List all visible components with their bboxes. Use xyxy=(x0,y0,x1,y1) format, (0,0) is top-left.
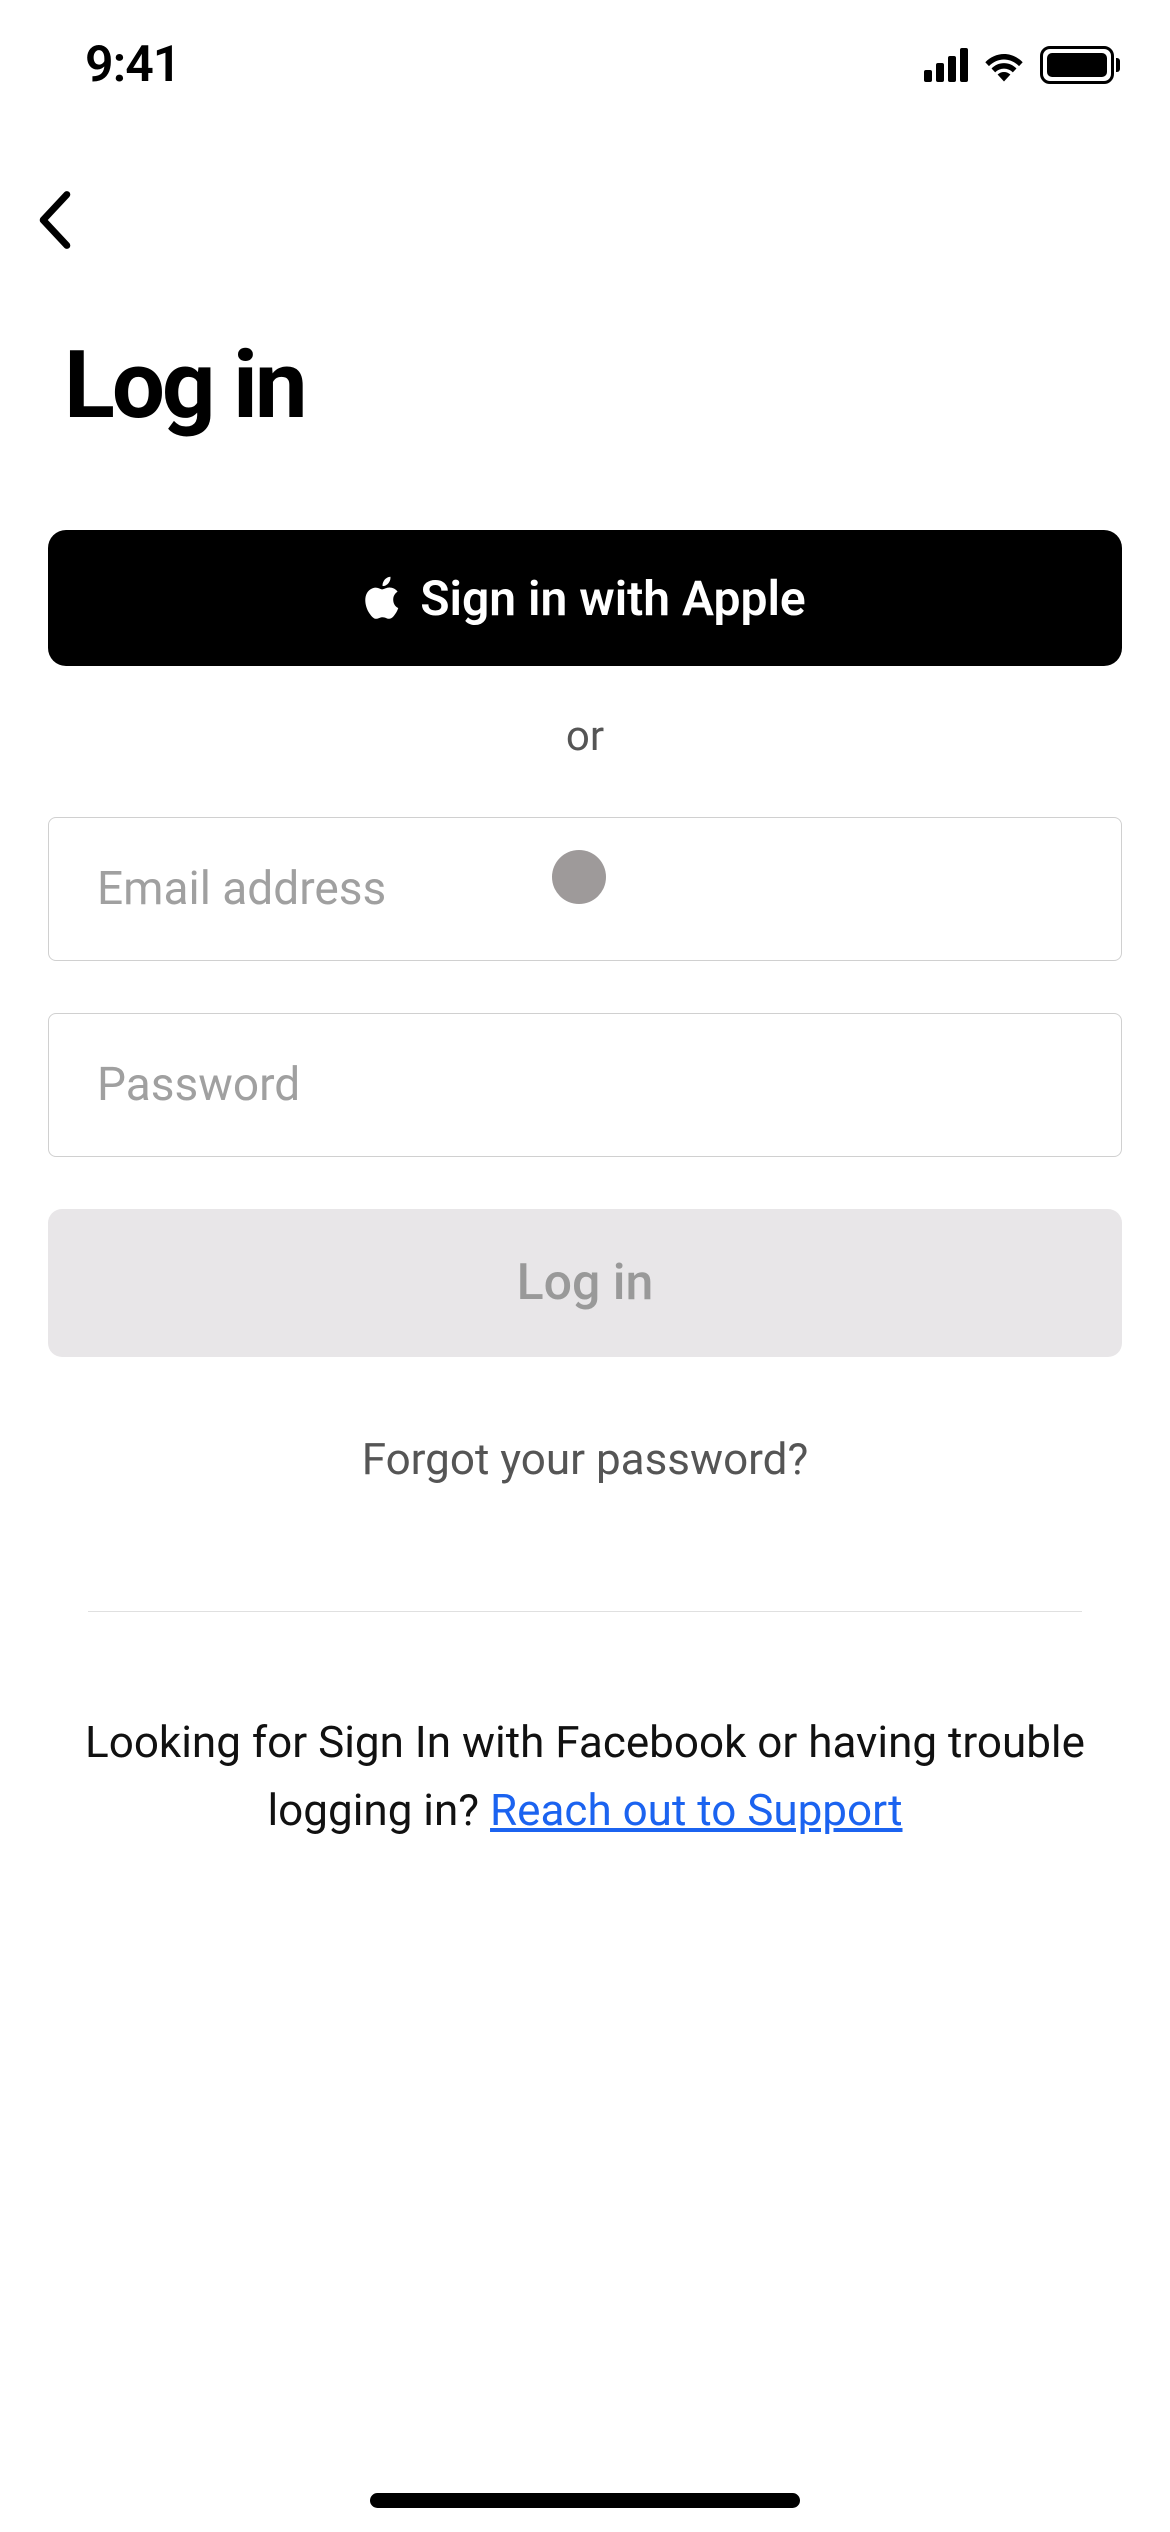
or-divider: or xyxy=(48,712,1122,761)
status-bar: 9:41 xyxy=(0,0,1170,130)
sign-in-with-apple-button[interactable]: Sign in with Apple xyxy=(48,530,1122,666)
support-text: Looking for Sign In with Facebook or hav… xyxy=(48,1708,1122,1844)
chevron-left-icon xyxy=(38,191,72,249)
divider-line xyxy=(88,1611,1082,1612)
forgot-password-link[interactable]: Forgot your password? xyxy=(48,1433,1122,1485)
battery-icon xyxy=(1040,46,1120,84)
page-title: Log in xyxy=(64,330,1122,440)
support-link[interactable]: Reach out to Support xyxy=(490,1784,902,1836)
status-time: 9:41 xyxy=(85,36,180,94)
apple-button-label: Sign in with Apple xyxy=(420,570,806,627)
status-indicators xyxy=(924,46,1120,84)
wifi-icon xyxy=(982,48,1026,82)
navigation-bar xyxy=(0,170,1170,270)
email-field[interactable] xyxy=(48,817,1122,961)
main-content: Log in Sign in with Apple or Log in Forg… xyxy=(0,330,1170,1844)
back-button[interactable] xyxy=(38,190,98,250)
cellular-signal-icon xyxy=(924,48,968,82)
login-button[interactable]: Log in xyxy=(48,1209,1122,1357)
home-indicator xyxy=(370,2493,800,2508)
apple-logo-icon xyxy=(364,576,400,620)
password-field[interactable] xyxy=(48,1013,1122,1157)
